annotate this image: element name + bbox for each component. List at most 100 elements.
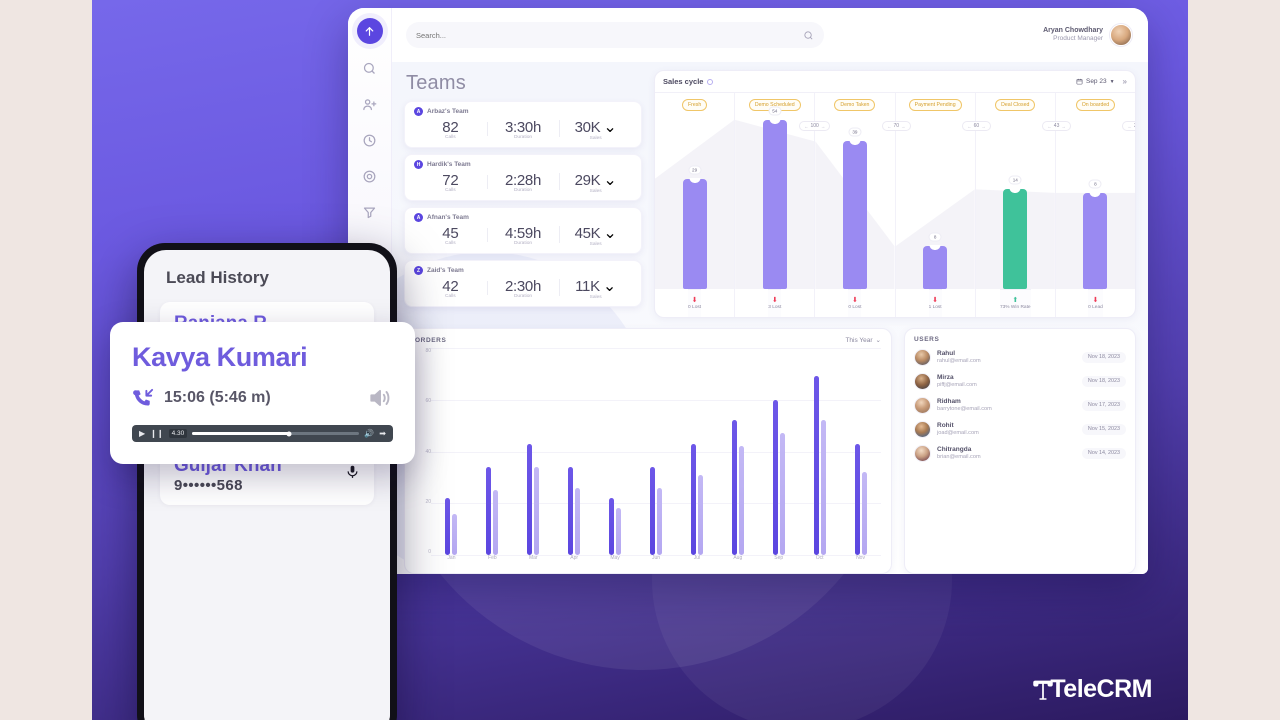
orders-bar-this-year[interactable]	[731, 420, 737, 555]
fast-forward-icon[interactable]: ➡	[379, 429, 386, 438]
orders-x-tick: Mar	[528, 555, 538, 561]
stage-conversion-value: 43	[1053, 123, 1060, 129]
orders-bar-this-year[interactable]	[568, 467, 574, 555]
clock-icon[interactable]	[358, 128, 382, 152]
sales-stage-label[interactable]: Payment Pending	[908, 99, 962, 111]
chevron-down-icon[interactable]: ⌄	[603, 276, 616, 296]
orders-bar-last-year[interactable]	[738, 446, 744, 555]
stage-bar-value: 14	[1008, 175, 1022, 185]
stage-bar[interactable]	[923, 245, 948, 289]
avatar[interactable]	[1110, 24, 1132, 46]
date-filter[interactable]: Sep 23 ▼	[1076, 78, 1115, 85]
add-user-icon[interactable]	[358, 92, 382, 116]
orders-bar-this-year[interactable]	[813, 376, 819, 555]
chevrons-right-icon[interactable]: »	[1123, 77, 1127, 86]
arrow-down-icon: ⬇	[691, 297, 698, 304]
speaker-icon[interactable]	[367, 385, 393, 411]
orders-bar-last-year[interactable]	[656, 487, 662, 555]
orders-bar-last-year[interactable]	[820, 420, 826, 555]
target-icon[interactable]	[358, 164, 382, 188]
team-card[interactable]: H Hardik's Team 72 Calls 2:28h Duration …	[404, 154, 642, 201]
user-email: joad@email.com	[937, 429, 979, 436]
microphone-icon[interactable]	[345, 461, 360, 488]
list-item[interactable]: Rahul rahul@email.com Nov 18, 2023	[914, 345, 1126, 369]
users-list: Rahul rahul@email.com Nov 18, 2023 Mirza…	[914, 345, 1126, 465]
sales-cycle-panel: Sales cycle Sep 23 ▼ » Fresh 29 ⬇ 0 Lost…	[654, 70, 1136, 318]
stage-conversion-badge: ←28→	[1122, 121, 1135, 131]
player-rewind-label[interactable]: 4.30	[168, 429, 188, 438]
orders-bar-last-year[interactable]	[779, 433, 785, 555]
stage-bar[interactable]	[842, 140, 867, 289]
orders-bar-last-year[interactable]	[575, 487, 581, 555]
team-card[interactable]: A Arbaz's Team 82 Calls 3:30h Duration 3…	[404, 101, 642, 148]
team-stats: 72 Calls 2:28h Duration 29K ⌄ Sales	[414, 170, 632, 195]
orders-bar-group	[676, 348, 717, 555]
stage-bar[interactable]	[1083, 191, 1108, 289]
presentation-stage: Aryan Chowdhary Product Manager Teams A …	[92, 0, 1188, 720]
filter-icon[interactable]	[358, 200, 382, 224]
pause-icon[interactable]: ❙❙	[150, 429, 163, 438]
stat-duration: 2:30h Duration	[486, 278, 560, 299]
arrow-down-icon: ⬇	[1092, 297, 1099, 304]
orders-bar-last-year[interactable]	[452, 513, 458, 555]
user-date: Nov 15, 2023	[1081, 423, 1126, 435]
orders-bar-this-year[interactable]	[486, 467, 492, 555]
volume-icon[interactable]: 🔊	[364, 429, 374, 438]
stage-bar[interactable]	[1003, 188, 1028, 289]
telecrm-logo-icon[interactable]	[356, 18, 383, 44]
search-icon[interactable]	[358, 56, 382, 80]
stage-bar[interactable]	[682, 177, 707, 289]
search-input[interactable]	[416, 30, 803, 40]
stat-sales: 11K ⌄ Sales	[559, 276, 632, 300]
search-icon[interactable]	[803, 30, 814, 41]
orders-bar-this-year[interactable]	[445, 498, 451, 555]
stage-bar[interactable]	[762, 118, 787, 289]
list-item[interactable]: Chitrangda brian@email.com Nov 14, 2023	[914, 441, 1126, 465]
list-item[interactable]: Mirza piffj@email.com Nov 18, 2023	[914, 369, 1126, 393]
user-profile[interactable]: Aryan Chowdhary Product Manager	[1043, 24, 1132, 46]
orders-bar-last-year[interactable]	[534, 467, 540, 555]
orders-bar-this-year[interactable]	[649, 467, 655, 555]
sales-stage-label[interactable]: On boarded	[1075, 99, 1116, 111]
stage-plot: 39	[815, 111, 895, 289]
team-card[interactable]: A Afnan's Team 45 Calls 4:59h Duration 4…	[404, 207, 642, 254]
profile-role: Product Manager	[1053, 35, 1103, 43]
chevron-down-icon[interactable]: ⌄	[603, 170, 616, 190]
orders-bar-last-year[interactable]	[616, 508, 622, 555]
orders-bar-this-year[interactable]	[772, 399, 778, 555]
player-progress-handle[interactable]	[286, 431, 292, 436]
team-card[interactable]: Z Zaid's Team 42 Calls 2:30h Duration 11…	[404, 260, 642, 307]
orders-bar-this-year[interactable]	[690, 443, 696, 555]
player-progress-track[interactable]	[192, 431, 360, 436]
user-name: Rahul	[937, 350, 956, 358]
list-item[interactable]: Ridham barrytone@email.com Nov 17, 2023	[914, 393, 1126, 417]
orders-bar-this-year[interactable]	[854, 443, 860, 555]
stage-conversion-badge: ← 43 →	[1042, 121, 1071, 131]
stat-sales: 29K ⌄ Sales	[559, 170, 632, 194]
sales-stage: Fresh 29 ⬇ 0 Lost	[655, 93, 736, 317]
orders-bar-last-year[interactable]	[697, 474, 703, 555]
stage-footer-label: 0 Lost	[848, 305, 862, 310]
orders-range-select[interactable]: This Year ⌄	[845, 336, 881, 345]
chevron-down-icon[interactable]: ⌄	[603, 223, 616, 243]
sales-stage-label[interactable]: Demo Taken	[834, 99, 876, 111]
team-card-header: A Arbaz's Team	[414, 107, 632, 116]
orders-y-tick: 80	[425, 348, 431, 354]
sales-stage-label[interactable]: Deal Closed	[995, 99, 1036, 111]
orders-bar-this-year[interactable]	[609, 498, 615, 555]
orders-bar-group	[554, 348, 595, 555]
orders-bar-last-year[interactable]	[861, 472, 867, 555]
call-lead-name: Kavya Kumari	[132, 342, 308, 372]
team-stats: 45 Calls 4:59h Duration 45K ⌄ Sales	[414, 223, 632, 248]
list-item[interactable]: Rohit joad@email.com Nov 15, 2023	[914, 417, 1126, 441]
orders-bar-this-year[interactable]	[527, 443, 533, 555]
stat-value: 45K	[574, 224, 601, 242]
play-icon[interactable]: ▶	[139, 429, 145, 438]
global-search[interactable]	[406, 22, 824, 48]
info-circle-icon[interactable]	[707, 78, 714, 85]
audio-player[interactable]: ▶ ❙❙ 4.30 🔊 ➡	[132, 425, 393, 442]
stage-bar-notch	[1089, 191, 1101, 197]
orders-bar-last-year[interactable]	[493, 490, 499, 555]
chevron-down-icon[interactable]: ⌄	[603, 117, 616, 137]
sales-stage-label[interactable]: Fresh	[681, 99, 708, 111]
